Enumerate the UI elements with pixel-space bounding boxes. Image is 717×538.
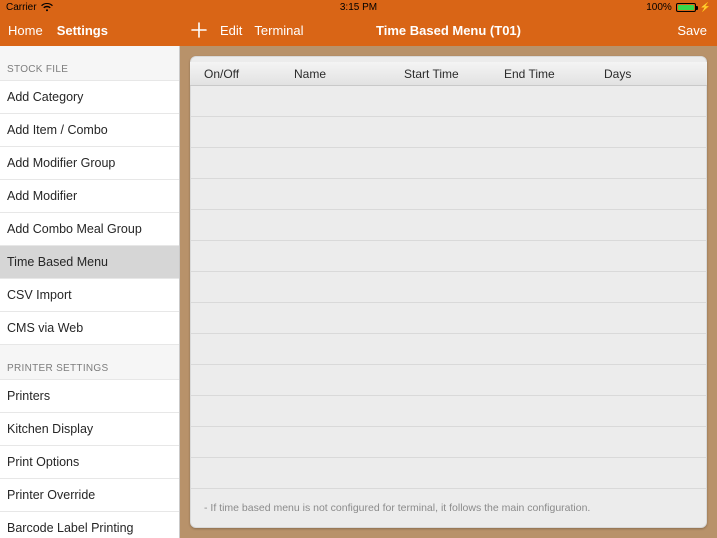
sidebar-item-time-based-menu[interactable]: Time Based Menu (0, 246, 179, 279)
col-onoff: On/Off (204, 67, 294, 81)
panel: On/Off Name Start Time End Time Days (190, 56, 707, 528)
nav-left: Home Settings (0, 23, 180, 38)
save-button[interactable]: Save (677, 23, 707, 38)
body: STOCK FILE Add Category Add Item / Combo… (0, 46, 717, 538)
col-name: Name (294, 67, 404, 81)
settings-title: Settings (57, 23, 108, 38)
add-icon[interactable] (190, 21, 208, 39)
sidebar-section-header: PRINTER SETTINGS (0, 345, 179, 379)
sidebar-item-print-options[interactable]: Print Options (0, 446, 179, 479)
table-header: On/Off Name Start Time End Time Days (190, 62, 707, 86)
col-days: Days (604, 67, 693, 81)
edit-button[interactable]: Edit (220, 23, 242, 38)
sidebar[interactable]: STOCK FILE Add Category Add Item / Combo… (0, 46, 180, 538)
table-row (190, 396, 707, 427)
col-start: Start Time (404, 67, 504, 81)
table-row (190, 334, 707, 365)
sidebar-item-cms-via-web[interactable]: CMS via Web (0, 312, 179, 345)
sidebar-item-add-modifier-group[interactable]: Add Modifier Group (0, 147, 179, 180)
page-title: Time Based Menu (T01) (376, 23, 521, 38)
status-bar: Carrier 3:15 PM 100% ⚡ (0, 0, 717, 14)
sidebar-item-printers[interactable]: Printers (0, 379, 179, 413)
detail-area: On/Off Name Start Time End Time Days (180, 46, 717, 538)
sidebar-section-header: STOCK FILE (0, 46, 179, 80)
table-row (190, 241, 707, 272)
sidebar-item-printer-override[interactable]: Printer Override (0, 479, 179, 512)
device-root: Carrier 3:15 PM 100% ⚡ Home Settings Edi… (0, 0, 717, 538)
sidebar-item-add-modifier[interactable]: Add Modifier (0, 180, 179, 213)
table-row (190, 86, 707, 117)
table-row (190, 117, 707, 148)
table-row (190, 458, 707, 489)
sidebar-item-add-combo-meal-group[interactable]: Add Combo Meal Group (0, 213, 179, 246)
battery-icon (676, 3, 696, 12)
home-button[interactable]: Home (8, 23, 43, 38)
status-right: 100% ⚡ (646, 2, 711, 13)
table-row (190, 303, 707, 334)
nav-right: Edit Terminal Time Based Menu (T01) Save (180, 21, 717, 39)
sidebar-item-kitchen-display[interactable]: Kitchen Display (0, 413, 179, 446)
table-row (190, 427, 707, 458)
nav-right-left: Edit Terminal (190, 21, 304, 39)
table-row (190, 179, 707, 210)
status-time: 3:15 PM (340, 2, 377, 13)
battery-percent: 100% (646, 2, 672, 13)
table-row (190, 210, 707, 241)
carrier-label: Carrier (6, 2, 37, 13)
sidebar-item-barcode-label-printing[interactable]: Barcode Label Printing (0, 512, 179, 538)
footer-note: - If time based menu is not configured f… (190, 492, 707, 528)
table-row (190, 272, 707, 303)
sidebar-item-add-category[interactable]: Add Category (0, 80, 179, 114)
wifi-icon (41, 3, 53, 12)
terminal-button[interactable]: Terminal (254, 23, 303, 38)
nav-bar: Home Settings Edit Terminal Time Based M… (0, 14, 717, 46)
table-row (190, 148, 707, 179)
col-end: End Time (504, 67, 604, 81)
sidebar-item-csv-import[interactable]: CSV Import (0, 279, 179, 312)
table-row (190, 365, 707, 396)
table-body[interactable] (190, 86, 707, 492)
sidebar-item-add-item-combo[interactable]: Add Item / Combo (0, 114, 179, 147)
charging-icon: ⚡ (700, 2, 711, 13)
status-left: Carrier (6, 2, 53, 13)
